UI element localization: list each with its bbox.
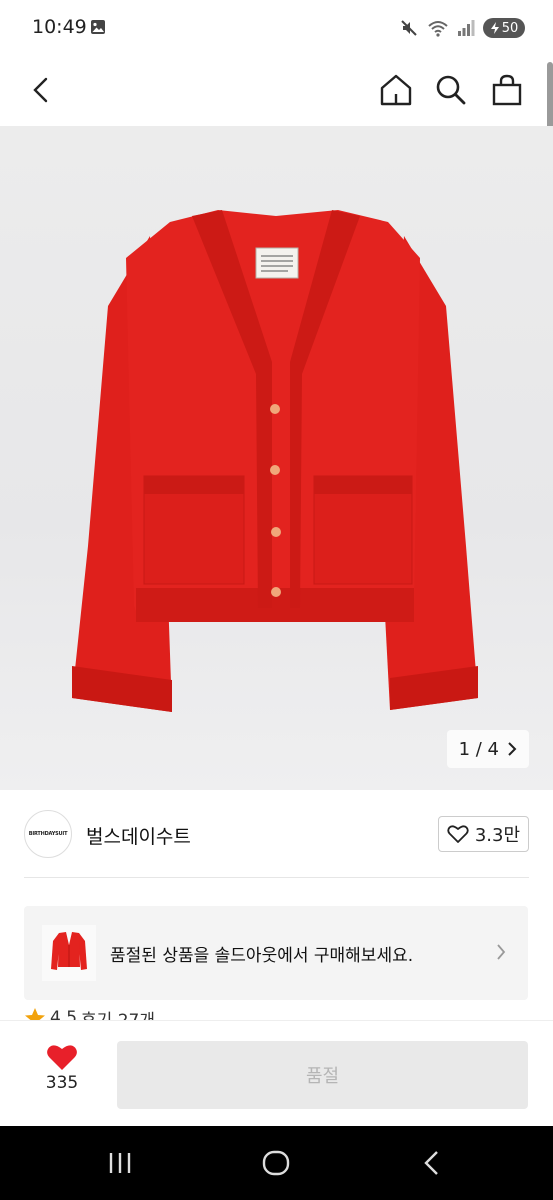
back-nav-button[interactable] bbox=[412, 1148, 452, 1178]
banner-thumbnail bbox=[42, 925, 96, 981]
banner-text: 품절된 상품을 솔드아웃에서 구매해보세요. bbox=[110, 946, 414, 966]
status-icons: 50 bbox=[399, 16, 525, 40]
home-icon bbox=[380, 74, 412, 106]
search-button[interactable] bbox=[429, 68, 473, 112]
chevron-right-icon bbox=[508, 742, 517, 756]
battery-indicator: 50 bbox=[483, 18, 525, 38]
brand-row[interactable]: BIRTHDAYSUIT 벌스데이수트 3.3만 bbox=[24, 790, 529, 878]
battery-level: 50 bbox=[501, 20, 519, 36]
follow-count: 3.3만 bbox=[474, 825, 520, 846]
top-nav bbox=[0, 56, 553, 126]
like-button[interactable]: 335 bbox=[30, 1043, 94, 1107]
image-counter-text: 1 / 4 bbox=[458, 738, 499, 760]
home-circle-icon bbox=[262, 1150, 290, 1176]
gallery-notification-icon bbox=[91, 20, 105, 34]
like-count: 335 bbox=[45, 1073, 79, 1093]
chevron-right-icon bbox=[497, 944, 506, 960]
image-counter-button[interactable]: 1 / 4 bbox=[446, 730, 529, 768]
cart-button[interactable] bbox=[485, 68, 529, 112]
soldout-banner[interactable]: 품절된 상품을 솔드아웃에서 구매해보세요. bbox=[24, 906, 528, 1000]
home-button[interactable] bbox=[374, 68, 418, 112]
battery-saver-icon bbox=[490, 22, 499, 34]
recent-apps-button[interactable] bbox=[100, 1148, 140, 1178]
wifi-icon bbox=[428, 21, 448, 37]
scrollbar-thumb[interactable] bbox=[547, 62, 553, 136]
shopping-bag-icon bbox=[492, 74, 522, 106]
back-arrow-icon bbox=[33, 77, 48, 103]
system-nav-bar bbox=[0, 1126, 553, 1200]
product-image-carousel[interactable]: 1 / 4 bbox=[0, 126, 553, 790]
recent-apps-icon bbox=[109, 1153, 131, 1173]
brand-name[interactable]: 벌스데이수트 bbox=[86, 822, 191, 849]
status-time: 10:49 bbox=[32, 16, 87, 38]
signal-icon bbox=[458, 20, 475, 36]
back-button[interactable] bbox=[20, 68, 64, 112]
home-nav-button[interactable] bbox=[256, 1148, 296, 1178]
search-icon bbox=[436, 75, 466, 105]
back-nav-icon bbox=[424, 1151, 438, 1175]
mute-icon bbox=[401, 20, 417, 36]
heart-outline-icon bbox=[447, 825, 469, 843]
brand-follow-button[interactable]: 3.3만 bbox=[437, 816, 529, 852]
bottom-action-bar: 335 품절 bbox=[0, 1020, 553, 1126]
heart-filled-icon bbox=[47, 1045, 77, 1070]
soldout-buy-button[interactable]: 품절 bbox=[117, 1041, 528, 1109]
brand-logo[interactable]: BIRTHDAYSUIT bbox=[24, 810, 72, 858]
cardigan-thumbnail-image bbox=[51, 932, 87, 970]
status-bar: 10:49 50 bbox=[0, 0, 553, 56]
product-image-red-cardigan bbox=[72, 210, 478, 712]
